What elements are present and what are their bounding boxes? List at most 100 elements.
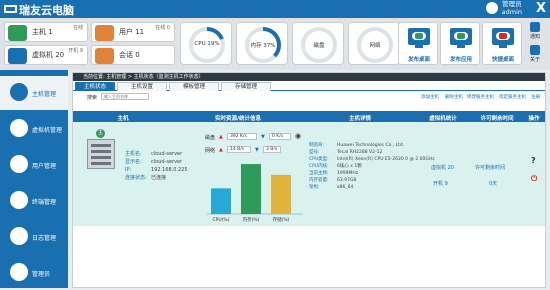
tab-host-settings[interactable]: 主机设置 <box>117 82 167 91</box>
app-title: 瑞友云电脑 <box>19 4 74 17</box>
disk-label: 磁盘 <box>205 135 216 141</box>
user-avatar-icon[interactable] <box>486 2 498 14</box>
search-input[interactable] <box>101 93 149 100</box>
card-vms-label: 虚拟机 20 <box>32 51 65 59</box>
publish-app-label: 发布应用 <box>449 57 472 63</box>
disk-down-value: 0 K/s <box>269 133 291 140</box>
card-sessions-label: 会话 0 <box>119 51 140 59</box>
host-status-value: 已连接 <box>151 175 167 181</box>
tab-storage-manage[interactable]: 存储管理 <box>221 82 271 91</box>
quick-desktop-icon <box>492 28 514 48</box>
close-icon[interactable]: X <box>536 1 546 16</box>
card-vms[interactable]: 虚拟机 20 开机 9 <box>4 45 88 65</box>
user-info[interactable]: 管理员 admin <box>502 0 522 16</box>
net-down-value: 3 B/s <box>263 146 281 153</box>
sidebar-item-logs[interactable]: 日志管理 <box>0 220 68 254</box>
tab-bar: 主机状态 主机设置 模板管理 存储管理 <box>73 82 545 91</box>
disk-up-icon: ▲ <box>219 134 223 140</box>
admin-manage-icon <box>10 263 28 281</box>
detail-key: 内存容量: <box>309 178 329 183</box>
sidebar-item-admins[interactable]: 管理员 <box>0 256 68 290</box>
host-ip-value: 192.168.0.225 <box>151 167 188 173</box>
sidebar-item-users[interactable]: 用户管理 <box>0 148 68 182</box>
publish-app-icon <box>450 28 472 48</box>
license-link[interactable]: 许可剩余时间 <box>475 164 505 171</box>
user-name: admin <box>501 8 522 16</box>
chart-bar <box>241 164 261 214</box>
sidebar-item-label: 主机管理 <box>32 91 57 98</box>
notify-button[interactable]: 通知 <box>526 21 544 41</box>
gauge-cpu[interactable]: CPU 19% <box>180 22 232 65</box>
detail-key: 架构: <box>309 185 320 190</box>
chart-tick-label: 内存(%) <box>243 216 260 223</box>
refresh-icon[interactable]: ◉ <box>295 132 301 140</box>
sidebar-item-hosts[interactable]: 主机管理 <box>0 76 68 110</box>
gauge-disk[interactable]: 磁盘 <box>292 22 344 65</box>
session-icon <box>95 48 114 64</box>
sidebar-item-label: 终端管理 <box>32 199 57 206</box>
power-icon[interactable]: ⏻ <box>531 174 537 184</box>
server-icon <box>87 139 115 169</box>
about-button[interactable]: 关于 <box>526 44 544 64</box>
toolbar: 搜索 添加主机 删除主机 修改服务主机 指定服务主机 注册 <box>73 92 545 101</box>
col-actions: 操作 <box>528 116 540 122</box>
net-down-icon: ▼ <box>255 147 259 153</box>
detail-value: 1999MHz <box>337 171 359 176</box>
tab-host-status[interactable]: 主机状态 <box>75 82 115 91</box>
detail-row: 内存容量: 63.97GB <box>309 177 435 184</box>
publish-desktop-label: 发布桌面 <box>407 57 430 63</box>
detail-value: 63.97GB <box>337 178 357 183</box>
host-ip-key: IP: <box>125 167 132 173</box>
sidebar-item-terminals[interactable]: 终端管理 <box>0 184 68 218</box>
table-header: 主机 实时资源/统计信息 主机详情 虚拟机统计 许可剩余时间 操作 <box>73 111 545 122</box>
disk-up-value: 392 K/s <box>227 133 257 140</box>
publish-desktop-button[interactable]: 发布桌面 <box>398 22 438 65</box>
modify-server-link[interactable]: 修改服务主机 <box>467 94 494 100</box>
tab-template-manage[interactable]: 模板管理 <box>169 82 219 91</box>
gauge-network[interactable]: 网络 <box>348 22 400 65</box>
col-detail: 主机详情 <box>348 116 371 122</box>
main-panel: 当前位置: 主机管理 > 主机状态（监测主机工作状态） 主机状态 主机设置 模板… <box>72 72 546 288</box>
grid-icon <box>530 45 540 55</box>
detail-key: 当前主频: <box>309 171 329 176</box>
add-host-link[interactable]: 添加主机 <box>421 94 439 100</box>
table-row[interactable]: 主 主机名: cloud-server 显示名: cloud-server IP: 1… <box>73 122 545 226</box>
card-sessions[interactable]: 会话 0 <box>91 45 175 65</box>
sidebar-item-label: 用户管理 <box>32 163 57 170</box>
detail-value: 6核心 x 1颗 <box>337 164 362 169</box>
assign-server-link[interactable]: 指定服务主机 <box>499 94 526 100</box>
log-manage-icon <box>10 227 28 245</box>
sidebar-item-label: 管理员 <box>32 271 51 278</box>
host-info: 主机名: cloud-server 显示名: cloud-server IP: 192… <box>125 150 188 182</box>
card-vms-sub: 开机 9 <box>68 48 83 54</box>
detail-value: Tecal RH2288 V2-12 <box>337 150 383 155</box>
host-online-badge: 主 <box>96 129 105 138</box>
bell-icon <box>530 22 540 32</box>
sidebar: 主机管理 虚拟机管理 用户管理 终端管理 日志管理 管理员 <box>0 70 68 288</box>
delete-host-link[interactable]: 删除主机 <box>445 94 463 100</box>
terminal-manage-icon <box>10 191 28 209</box>
col-resources: 实时资源/统计信息 <box>214 116 261 122</box>
license-value: 0天 <box>489 181 498 187</box>
user-icon <box>95 25 114 41</box>
help-icon[interactable]: ? <box>531 156 536 165</box>
gauge-memory-label: 内存 37% <box>250 43 276 49</box>
vm-manage-icon <box>10 119 28 137</box>
quick-desktop-button[interactable]: 快捷桌面 <box>482 22 522 65</box>
user-manage-icon <box>10 155 28 173</box>
vm-on-link[interactable]: 开机 9 <box>433 180 448 187</box>
publish-desktop-icon <box>408 28 430 48</box>
register-link[interactable]: 注册 <box>531 94 540 100</box>
sidebar-item-vms[interactable]: 虚拟机管理 <box>0 112 68 146</box>
detail-value: Huawei Technologies Co., Ltd. <box>337 143 405 148</box>
card-hosts[interactable]: 主机 1 在线 <box>4 22 88 42</box>
detail-row: 当前主频: 1999MHz <box>309 170 435 177</box>
publish-app-button[interactable]: 发布应用 <box>440 22 480 65</box>
vm-count-link[interactable]: 虚拟机 20 <box>431 164 454 171</box>
notify-label: 通知 <box>529 34 540 40</box>
gauge-cpu-label: CPU 19% <box>194 41 220 47</box>
card-users[interactable]: 用户 11 在线 0 <box>91 22 175 42</box>
col-vm-stats: 虚拟机统计 <box>429 116 457 122</box>
gauge-memory[interactable]: 内存 37% <box>236 22 288 65</box>
search-label: 搜索 <box>87 95 98 101</box>
